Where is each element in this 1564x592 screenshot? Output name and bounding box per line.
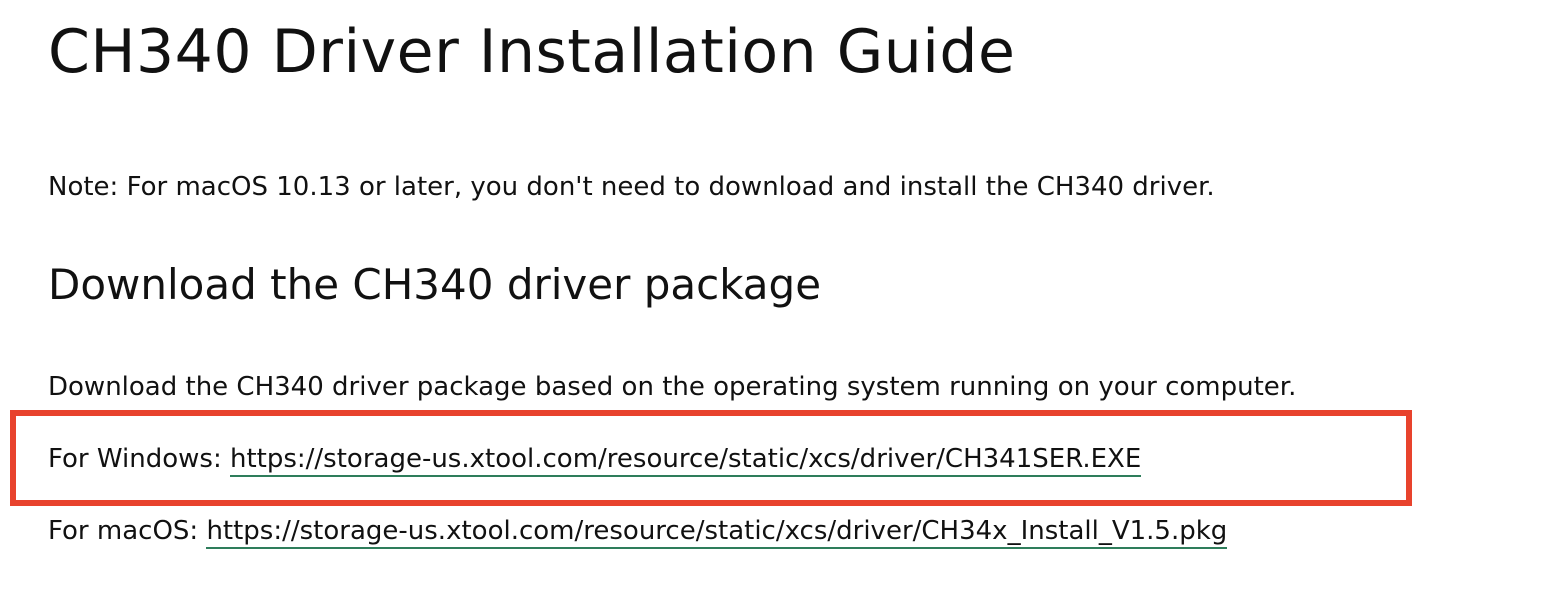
- intro-paragraph: Download the CH340 driver package based …: [48, 372, 1297, 402]
- section-heading: Download the CH340 driver package: [48, 260, 822, 309]
- macos-label: For macOS:: [48, 516, 207, 546]
- windows-label: For Windows:: [48, 444, 230, 474]
- macos-note: Note: For macOS 10.13 or later, you don'…: [48, 172, 1215, 202]
- page-title: CH340 Driver Installation Guide: [48, 17, 1016, 87]
- windows-download-link[interactable]: https://storage-us.xtool.com/resource/st…: [229, 444, 1142, 477]
- windows-download-line: For Windows: https://storage-us.xtool.co…: [48, 442, 1142, 477]
- macos-download-link[interactable]: https://storage-us.xtool.com/resource/st…: [206, 516, 1228, 549]
- macos-download-line: For macOS: https://storage-us.xtool.com/…: [48, 514, 1228, 549]
